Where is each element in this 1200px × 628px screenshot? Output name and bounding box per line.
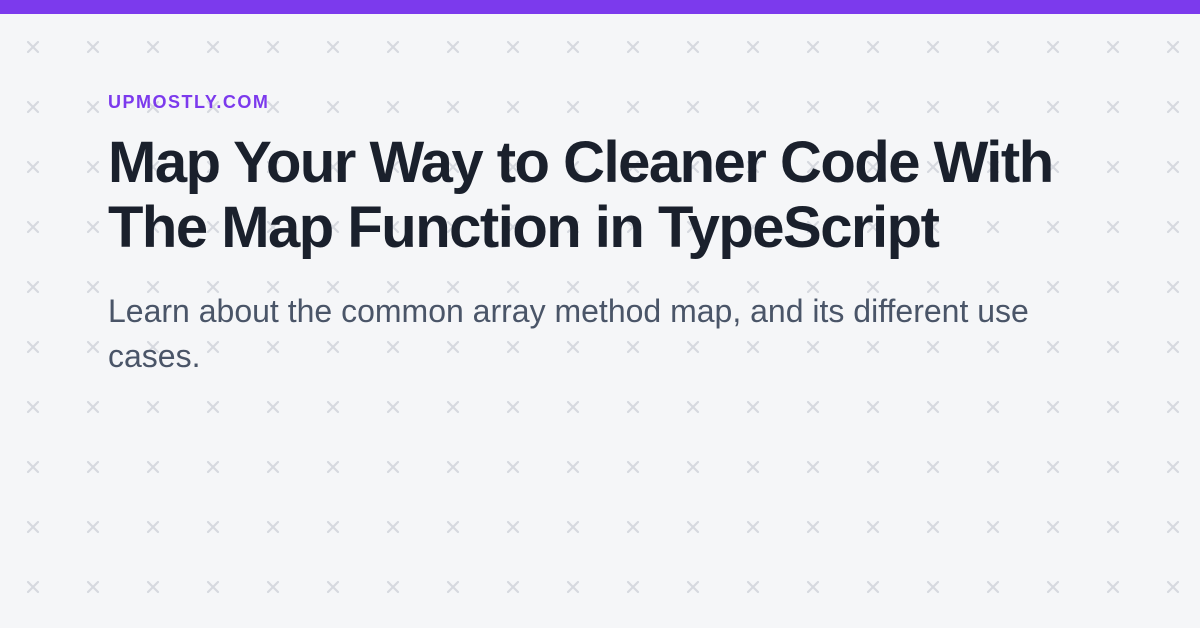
article-subtitle: Learn about the common array method map,…: [108, 289, 1088, 380]
site-name: UPMOSTLY.COM: [108, 92, 1092, 113]
article-title: Map Your Way to Cleaner Code With The Ma…: [108, 131, 1068, 261]
article-card: UPMOSTLY.COM Map Your Way to Cleaner Cod…: [0, 14, 1200, 380]
accent-top-bar: [0, 0, 1200, 14]
